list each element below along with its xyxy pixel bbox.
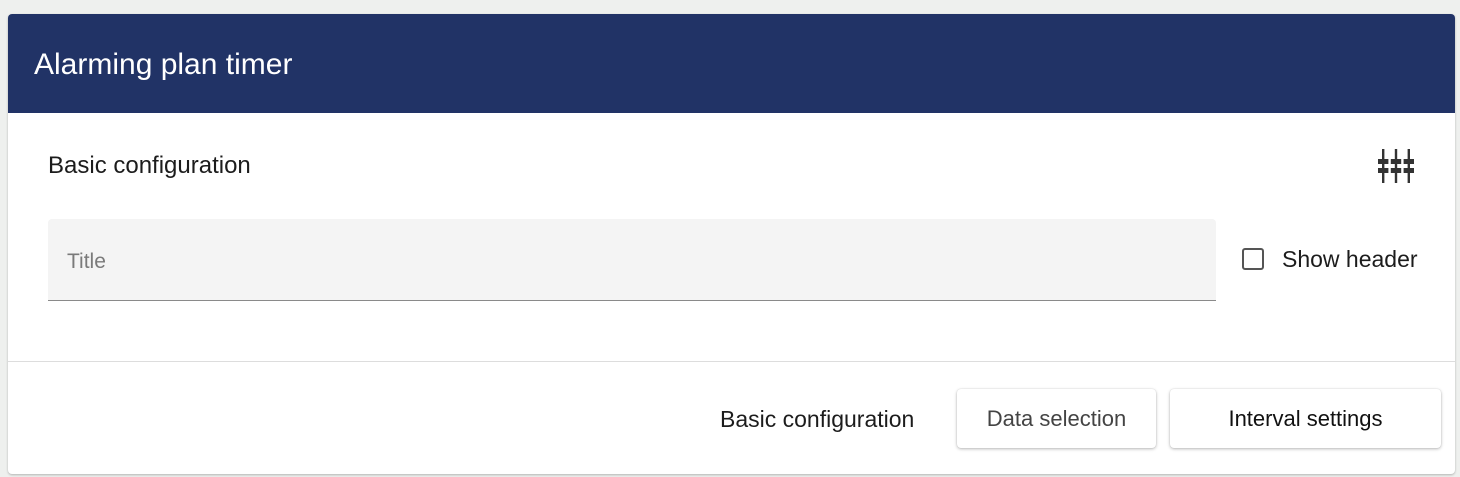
widget-config-dialog: Alarming plan timer Basic configuration … (8, 14, 1455, 474)
show-header-label: Show header (1282, 246, 1418, 272)
footer-divider (8, 361, 1455, 362)
checkbox-icon[interactable] (1242, 248, 1264, 270)
dialog-title: Alarming plan timer (34, 48, 293, 81)
title-field[interactable] (48, 219, 1216, 301)
title-input[interactable] (65, 244, 1199, 280)
section-title: Basic configuration (48, 152, 251, 179)
interval-settings-button[interactable]: Interval settings (1170, 389, 1441, 448)
sliders-icon[interactable] (1376, 147, 1416, 185)
data-selection-button[interactable]: Data selection (957, 389, 1156, 448)
basic-configuration-step[interactable]: Basic configuration (720, 405, 914, 433)
dialog-header: Alarming plan timer (8, 14, 1455, 113)
